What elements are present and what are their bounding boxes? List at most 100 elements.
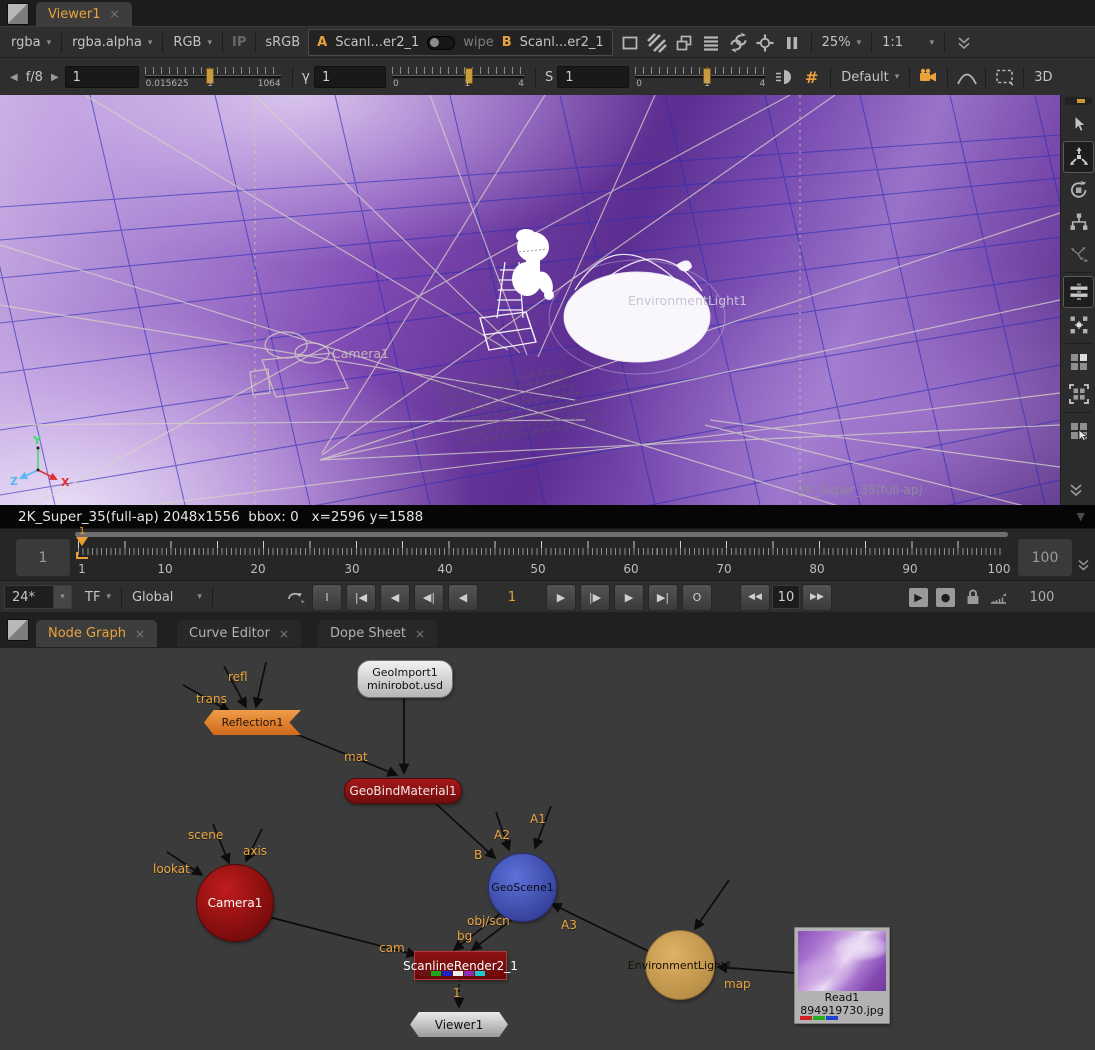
select-tool-icon[interactable] bbox=[1064, 109, 1093, 139]
refresh-icon[interactable] bbox=[726, 31, 751, 55]
prev-keyframe-button[interactable]: ◀ bbox=[380, 584, 410, 611]
pause-icon[interactable] bbox=[780, 31, 805, 55]
timeline-minor-ticks[interactable] bbox=[78, 548, 1003, 555]
gamma-input[interactable]: 1 bbox=[314, 66, 386, 88]
rotate-tool-icon[interactable] bbox=[1064, 175, 1093, 205]
lock-range-icon[interactable] bbox=[960, 585, 985, 609]
translate-tool-icon[interactable] bbox=[1063, 141, 1094, 173]
timeline-scrollbar[interactable] bbox=[75, 532, 1008, 537]
pane-splitter-icon[interactable] bbox=[7, 619, 29, 641]
ramp-preview-icon[interactable] bbox=[987, 585, 1012, 609]
node-camera[interactable]: Camera1 bbox=[196, 864, 274, 942]
step-forward-button[interactable]: |▶ bbox=[580, 584, 610, 611]
view-mode-dropdown[interactable]: 3D▾ bbox=[1029, 70, 1095, 85]
tab-dope-sheet[interactable]: Dope Sheet × bbox=[318, 620, 437, 647]
viewer-3d-viewport[interactable]: Camera1 EnvironmentLight1 2K_Super_35(fu… bbox=[0, 95, 1060, 505]
gamma-slider[interactable]: 0 1 4 bbox=[392, 62, 524, 92]
lut-curve-icon[interactable] bbox=[954, 65, 979, 89]
saturation-input[interactable]: 1 bbox=[557, 66, 629, 88]
tab-viewer1[interactable]: Viewer1 × bbox=[36, 2, 132, 26]
frame-range-end-box[interactable]: 100 bbox=[1018, 539, 1072, 576]
node-geoscene[interactable]: GeoScene1 bbox=[488, 853, 557, 922]
saturation-slider[interactable]: 0 1 4 bbox=[635, 62, 765, 92]
node-geobindmaterial[interactable]: GeoBindMaterial1 bbox=[344, 778, 462, 804]
node-environmentlight[interactable]: EnvironmentLight1 bbox=[645, 930, 715, 1000]
goto-start-button[interactable]: |◀ bbox=[346, 584, 376, 611]
tab-node-graph[interactable]: Node Graph × bbox=[36, 620, 157, 647]
input-process-button[interactable]: IP bbox=[228, 35, 250, 50]
range-mode-dropdown[interactable]: Global▾ bbox=[127, 590, 207, 605]
marquee-select-icon[interactable] bbox=[992, 65, 1017, 89]
render-record-icon[interactable]: ● bbox=[936, 588, 955, 607]
scale-tool-icon[interactable] bbox=[1064, 207, 1093, 237]
zoom-level-dropdown[interactable]: 25%▾ bbox=[817, 35, 866, 50]
channels-dropdown[interactable]: rgba▾ bbox=[6, 35, 56, 50]
a-buffer-label[interactable]: A bbox=[317, 35, 327, 50]
goto-end-button[interactable]: ▶| bbox=[648, 584, 678, 611]
side-toolbar-scrollbar[interactable] bbox=[1065, 97, 1092, 105]
b-buffer-value[interactable]: Scanl...er2_1 bbox=[520, 35, 604, 50]
gain-input[interactable]: 1 bbox=[65, 66, 139, 88]
colorspace-button[interactable]: sRGB bbox=[261, 35, 304, 50]
pixel-aspect-dropdown[interactable]: 1:1▾ bbox=[877, 35, 939, 50]
timeline-more-chevron[interactable] bbox=[1077, 557, 1090, 576]
layout-grid-handles-icon[interactable] bbox=[1064, 310, 1093, 340]
status-expand-arrow[interactable]: ▼ bbox=[1077, 510, 1085, 523]
collapse-toolbar-chevron[interactable] bbox=[951, 31, 976, 55]
fps-combo[interactable]: 24* ▾ bbox=[4, 585, 72, 609]
close-icon[interactable]: × bbox=[135, 627, 145, 641]
node-graph-canvas[interactable]: GeoImport1 minirobot.usd Reflection1 Geo… bbox=[0, 648, 1095, 1050]
step-back-button[interactable]: ◀| bbox=[414, 584, 444, 611]
a-buffer-value[interactable]: Scanl...er2_1 bbox=[335, 35, 419, 50]
overlay-icon[interactable] bbox=[672, 31, 697, 55]
wipe-toggle[interactable] bbox=[427, 36, 455, 50]
camera-icon[interactable] bbox=[916, 65, 941, 89]
node-reflection[interactable]: Reflection1 bbox=[204, 710, 301, 735]
current-frame[interactable]: 1 bbox=[480, 590, 544, 605]
gain-prev-arrow[interactable]: ◀ bbox=[10, 72, 18, 83]
stack-mode-icon[interactable] bbox=[699, 31, 724, 55]
play-backward-button[interactable]: ◀ bbox=[448, 584, 478, 611]
input-button[interactable]: I bbox=[312, 584, 342, 611]
node-geoimport[interactable]: GeoImport1 minirobot.usd bbox=[357, 660, 453, 698]
checkerboard-icon[interactable] bbox=[645, 31, 670, 55]
tf-dropdown[interactable]: TF▾ bbox=[80, 590, 116, 605]
multi-view-bars-icon[interactable] bbox=[1063, 276, 1094, 308]
layer-dropdown[interactable]: rgba.alpha▾ bbox=[67, 35, 157, 50]
playhead-marker[interactable] bbox=[76, 537, 88, 552]
next-keyframe-button[interactable]: ▶ bbox=[614, 584, 644, 611]
fstop-label[interactable]: f/8 bbox=[26, 70, 43, 85]
frame-all-icon[interactable] bbox=[1064, 379, 1093, 409]
gain-next-arrow[interactable]: ▶ bbox=[51, 72, 59, 83]
display-channel-dropdown[interactable]: RGB▾ bbox=[168, 35, 217, 50]
transform-extra-tool-icon[interactable] bbox=[1064, 239, 1093, 269]
grid-snap-icon[interactable]: # bbox=[799, 65, 824, 89]
close-icon[interactable]: × bbox=[415, 627, 425, 641]
gain-slider[interactable]: 0.015625 1 1064 bbox=[145, 62, 281, 92]
node-read[interactable]: Read1 894919730.jpg bbox=[794, 927, 890, 1024]
tab-curve-editor[interactable]: Curve Editor × bbox=[177, 620, 301, 647]
playback-mode-icon[interactable] bbox=[284, 585, 309, 609]
node-scanlinerender[interactable]: ScanlineRender2_1 bbox=[414, 951, 507, 980]
wipe-label[interactable]: wipe bbox=[463, 35, 494, 50]
range-end-display[interactable]: 100 bbox=[1013, 590, 1071, 605]
frame-increment-field[interactable]: 10 bbox=[772, 585, 800, 609]
flipbook-play-icon[interactable]: ▶ bbox=[909, 588, 928, 607]
pane-splitter-icon[interactable] bbox=[7, 3, 29, 25]
b-buffer-label[interactable]: B bbox=[502, 35, 512, 50]
close-icon[interactable]: × bbox=[109, 7, 119, 21]
jump-forward-button[interactable]: ▶▶ bbox=[802, 584, 832, 611]
layout-2x2-icon[interactable] bbox=[1064, 347, 1093, 377]
layout-pick-icon[interactable] bbox=[1064, 416, 1093, 446]
ocio-display-dropdown[interactable]: Default▾ bbox=[836, 70, 904, 85]
roi-gear-icon[interactable] bbox=[753, 31, 778, 55]
side-toolbar-more-chevron[interactable] bbox=[1069, 482, 1083, 501]
headlamp-icon[interactable] bbox=[772, 65, 797, 89]
node-viewer[interactable]: Viewer1 bbox=[410, 1012, 508, 1037]
jump-back-button[interactable]: ◀◀ bbox=[740, 584, 770, 611]
frame-range-button[interactable]: O bbox=[682, 584, 712, 611]
play-button[interactable]: ▶ bbox=[546, 584, 576, 611]
frame-format-icon[interactable] bbox=[618, 31, 643, 55]
close-icon[interactable]: × bbox=[279, 627, 289, 641]
frame-range-start-box[interactable]: 1 bbox=[16, 539, 70, 576]
